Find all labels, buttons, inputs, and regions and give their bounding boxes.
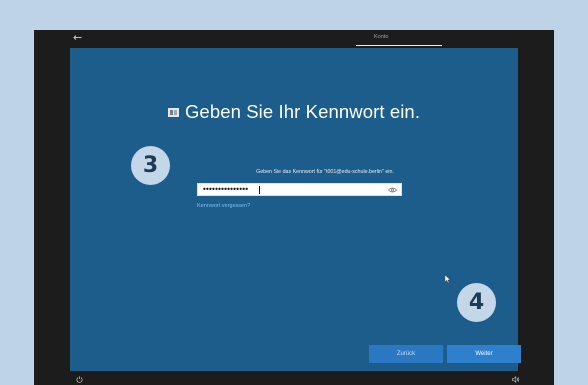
page-title: Geben Sie Ihr Kennwort ein. [70,101,518,123]
account-icon [167,108,179,117]
back-arrow-icon[interactable]: ← [73,31,82,44]
eye-icon[interactable] [388,186,397,194]
tab-account: Konto [374,34,389,40]
step-badge-4: 4 [457,283,496,322]
back-button[interactable]: Zurück [369,345,443,363]
setup-screen: ← Konto Geben Sie Ihr Kennwort ein. Gebe… [34,30,554,385]
text-caret [259,186,260,194]
next-button[interactable]: Weiter [447,345,521,363]
password-input[interactable]: ••••••••••••••• [197,183,402,196]
volume-icon[interactable] [512,376,520,383]
mouse-pointer-icon [445,275,451,283]
step-badge-3: 3 [131,146,170,185]
page-title-text: Geben Sie Ihr Kennwort ein. [184,101,421,122]
signin-panel: Geben Sie Ihr Kennwort ein. Geben Sie da… [70,48,521,371]
password-value: ••••••••••••••• [202,185,249,194]
tab-indicator [356,45,442,46]
power-icon[interactable] [76,376,83,383]
forgot-password-link[interactable]: Kennwort vergessen? [197,203,250,209]
